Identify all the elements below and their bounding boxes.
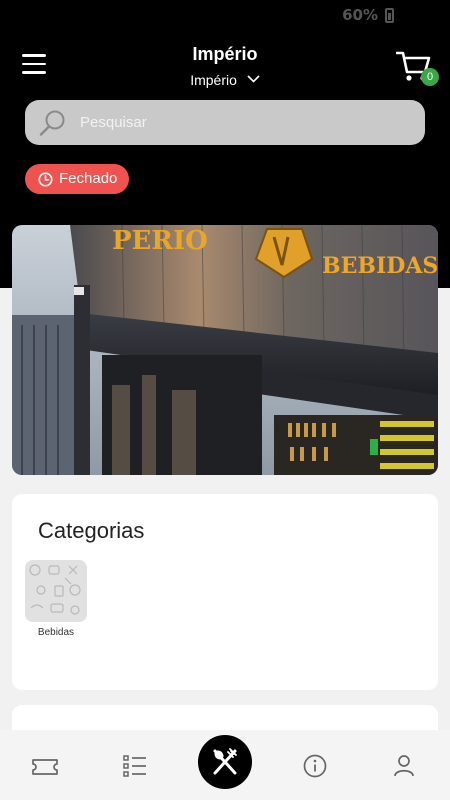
info-icon	[303, 754, 327, 778]
nav-item-orders[interactable]	[121, 752, 149, 780]
store-selector-label: Império	[190, 72, 237, 88]
nav-item-menu[interactable]	[198, 735, 252, 789]
status-bar: 60%	[0, 0, 450, 30]
bottom-nav	[0, 730, 450, 800]
user-icon	[394, 755, 414, 777]
nav-item-info[interactable]	[302, 752, 330, 780]
search-icon	[39, 109, 67, 141]
list-icon	[123, 755, 146, 777]
store-banner-image: PERIO BEBIDAS	[12, 225, 438, 475]
cutlery-icon	[213, 748, 237, 775]
page-title: Império	[192, 44, 258, 64]
ticket-icon	[32, 759, 58, 775]
battery-level: 60%	[342, 6, 378, 24]
nav-item-profile[interactable]	[391, 752, 419, 780]
clock-icon	[38, 172, 53, 186]
sign-text-right: BEBIDAS	[322, 253, 438, 279]
status-label: Fechado	[59, 170, 118, 187]
chevron-down-icon	[247, 70, 260, 86]
search-input[interactable]	[80, 100, 410, 145]
categories-section: Categorias Bebidas	[12, 494, 438, 690]
sign-text-left: PERIO	[112, 226, 208, 256]
status-badge: Fechado	[25, 164, 130, 194]
battery-icon	[385, 8, 394, 23]
category-thumbnail	[25, 560, 87, 622]
cart-button[interactable]: 0	[395, 50, 439, 86]
category-item-bebidas[interactable]: Bebidas	[25, 560, 87, 638]
category-label: Bebidas	[37, 627, 75, 638]
nav-item-coupons[interactable]	[31, 752, 59, 780]
cart-count-badge: 0	[421, 68, 439, 86]
store-selector[interactable]: Império	[0, 70, 450, 88]
search-bar[interactable]	[25, 100, 425, 145]
categories-title: Categorias	[38, 518, 145, 543]
